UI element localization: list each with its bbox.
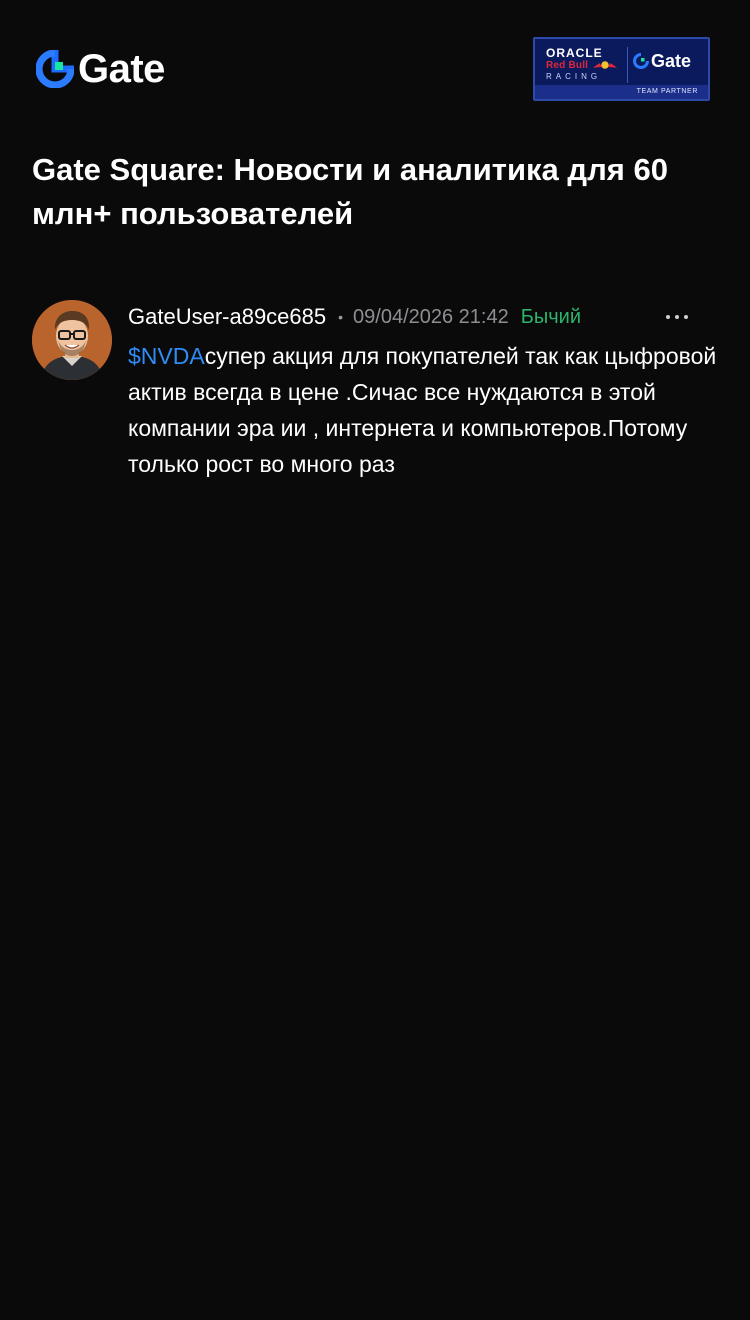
page: Gate ORACLE Red Bull RACING Gate TEAM PA… [0,0,750,1320]
gate-logo[interactable]: Gate [36,47,165,91]
more-dot [666,315,670,319]
partner-badge-body: ORACLE Red Bull RACING Gate [535,39,708,89]
partner-racing-text: RACING [546,72,602,81]
post-text: супер акция для покупателей так как цыфр… [128,343,717,477]
avatar-image [32,300,112,380]
timestamp: 09/04/2026 21:42 [353,305,509,328]
username[interactable]: GateUser-a89ce685 [128,304,326,330]
partner-oracle-text: ORACLE [546,46,603,60]
post-body: $NVDAсупер акция для покупателей так как… [128,338,722,482]
page-title: Gate Square: Новости и аналитика для 60 … [32,152,668,231]
sentiment-badge: Бычий [520,305,581,328]
partner-gate-logo: Gate [633,52,691,70]
gate-logo-small-icon [633,53,649,69]
partner-badge[interactable]: ORACLE Red Bull RACING Gate TEAM PARTNER [533,37,710,101]
more-dot [684,315,688,319]
avatar[interactable] [32,300,112,380]
partner-gate-text: Gate [651,51,692,71]
partner-redbull-text: Red Bull [546,60,589,71]
partner-divider [627,47,628,83]
ticker-link[interactable]: $NVDA [128,343,205,369]
more-dot [675,315,679,319]
post-meta: GateUser-a89ce685 • 09/04/2026 21:42 Быч… [128,302,722,332]
partner-footer-text: TEAM PARTNER [535,85,708,99]
redbull-bulls-icon [592,61,618,69]
logo-text: Gate [78,47,165,91]
gate-logo-icon [36,50,74,88]
meta-separator: • [338,309,344,325]
header: Gate ORACLE Red Bull RACING Gate TEAM PA… [0,0,750,140]
more-dots-icon[interactable] [666,302,688,332]
